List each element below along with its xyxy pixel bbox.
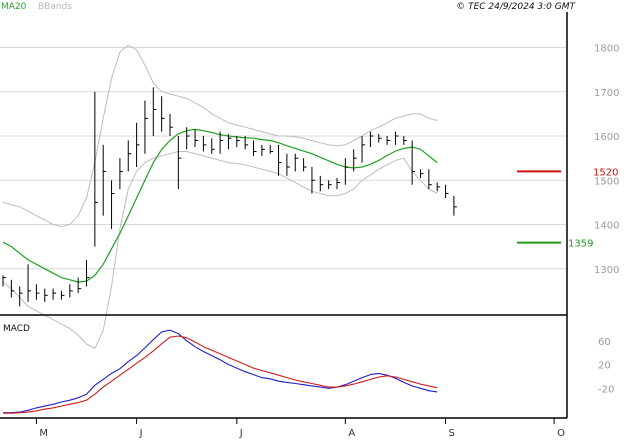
ohlc-bar (394, 131, 399, 145)
price-y-tick-label: 1800 (594, 44, 619, 55)
ohlc-bar (136, 122, 140, 167)
ohlc-bar (211, 138, 215, 154)
ohlc-bar (420, 169, 424, 179)
ohlc-bar (202, 136, 207, 152)
price-y-axis: 130014001500160017001800 (594, 44, 619, 276)
stock-chart: MA20 BBands © TEC 24/9/2024 3:0 GMT 1300… (0, 2, 619, 439)
ohlc-bar (177, 136, 182, 190)
macd-y-axis: 60 20 -20 (598, 337, 614, 396)
ohlc-bar (111, 180, 115, 229)
ohlc-bar (161, 96, 165, 132)
ohlc-bar (453, 195, 457, 216)
macd-panel: MACD 60 20 -20 (3, 324, 614, 414)
ohlc-bar (44, 288, 48, 302)
legend-ma20[interactable]: MA20 (1, 2, 27, 12)
ohlc-bar (144, 100, 148, 154)
legend-bbands[interactable]: BBands (38, 2, 72, 12)
ohlc-bar (303, 158, 307, 172)
x-tick-label: S (449, 428, 455, 439)
ohlc-bar (428, 169, 432, 190)
bollinger-bands (2, 44, 438, 349)
ohlc-bar (77, 277, 82, 294)
ohlc-bar (253, 140, 257, 156)
price-grid (0, 47, 567, 270)
ohlc-bar (152, 87, 157, 137)
ohlc-bar (127, 140, 132, 172)
ohlc-bars (2, 87, 457, 307)
price-y-tick-label: 1300 (594, 265, 619, 276)
price-y-tick-label: 1400 (594, 221, 619, 232)
ohlc-bar (378, 133, 382, 143)
bbands-lower-line (2, 151, 438, 349)
ohlc-bar (261, 144, 265, 156)
macd-title: MACD (3, 324, 30, 334)
price-panel: 130014001500160017001800 15201359 (0, 44, 619, 349)
x-tick-label: M (39, 428, 48, 439)
ohlc-bar (194, 129, 199, 148)
ohlc-bar (119, 158, 123, 190)
ohlc-bar (361, 136, 366, 163)
x-tick-label: J (139, 428, 143, 439)
ohlc-bar (403, 136, 407, 145)
ohlc-bar (328, 180, 332, 190)
x-tick-label: O (557, 428, 565, 439)
ohlc-bar (10, 279, 15, 298)
price-y-tick-label: 1600 (594, 132, 619, 143)
copyright-label: © TEC 24/9/2024 3:0 GMT (456, 2, 576, 12)
chart-frame (0, 12, 568, 419)
ohlc-bar (319, 175, 324, 192)
ohlc-bar (286, 153, 290, 176)
ohlc-bar (69, 284, 73, 298)
x-axis: MJJASO (35, 418, 565, 439)
ohlc-bar (52, 288, 57, 300)
x-tick-label: J (239, 428, 243, 439)
ohlc-bar (60, 290, 65, 300)
ohlc-bar (94, 91, 98, 247)
ohlc-bar (169, 113, 173, 137)
ohlc-bar (35, 284, 40, 300)
ohlc-bar (278, 144, 282, 176)
ohlc-bar (2, 275, 6, 287)
ohlc-bar (445, 184, 449, 198)
ohlc-bar (369, 131, 374, 148)
ohlc-bar (86, 259, 90, 287)
ohlc-bar (386, 136, 391, 145)
ohlc-bar (436, 182, 441, 192)
ohlc-bar (27, 264, 32, 302)
ohlc-bar (19, 286, 23, 307)
macd-y-tick-label: -20 (598, 384, 614, 395)
level-label-1359: 1359 (568, 239, 593, 250)
ohlc-bar (269, 144, 274, 154)
macd-line (3, 329, 438, 414)
macd-y-tick-label: 20 (598, 361, 611, 372)
x-tick-label: A (348, 428, 355, 439)
ohlc-bar (311, 167, 315, 194)
macd-y-tick-label: 60 (598, 337, 611, 348)
ohlc-bar (294, 153, 299, 172)
ohlc-bar (336, 178, 340, 190)
level-label-1520: 1520 (593, 167, 618, 178)
macd-lines (3, 329, 438, 414)
price-y-tick-label: 1700 (594, 88, 619, 99)
